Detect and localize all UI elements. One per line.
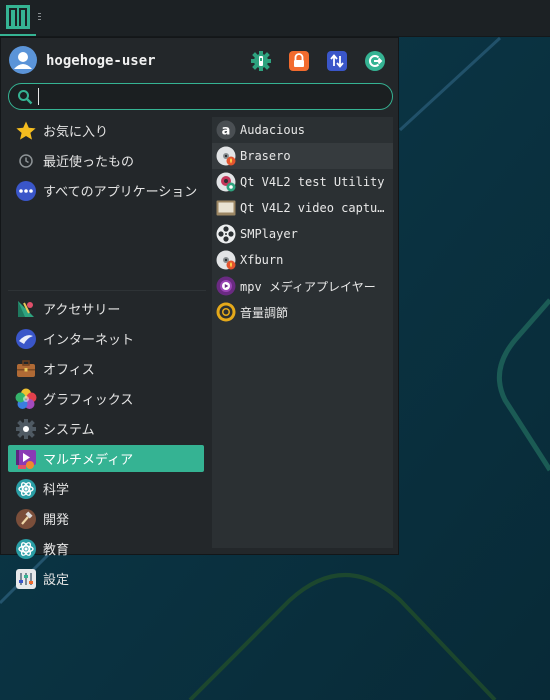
apps-dots-icon	[15, 180, 37, 202]
app-label: Audacious	[240, 123, 306, 137]
whisker-menu-button[interactable]	[0, 0, 36, 36]
category-label: マルチメディア	[43, 453, 134, 468]
app-audacious[interactable]: a Audacious	[212, 117, 393, 143]
app-label: mpv メディアプレイヤー	[240, 279, 376, 294]
category-settings[interactable]: 設定	[8, 565, 204, 592]
top-panel	[0, 0, 550, 37]
app-smplayer[interactable]: SMPlayer	[212, 221, 393, 247]
brasero-disc-icon	[216, 146, 236, 166]
logout-icon	[365, 51, 385, 71]
audacious-icon: a	[216, 120, 236, 140]
user-avatar-icon	[14, 52, 32, 69]
category-recent[interactable]: 最近使ったもの	[8, 147, 204, 174]
application-list: a Audacious Brasero Qt V4L2 test Utility…	[212, 117, 393, 548]
qvidcap-icon	[216, 198, 236, 218]
switch-user-button[interactable]	[326, 50, 348, 72]
app-xfburn[interactable]: Xfburn	[212, 247, 393, 273]
category-divider	[8, 290, 206, 291]
category-label: 最近使ったもの	[43, 155, 135, 170]
svg-text:a: a	[222, 124, 231, 139]
username-label: hogehoge-user	[46, 53, 156, 69]
category-label: 教育	[43, 543, 70, 558]
switch-user-icon	[327, 51, 347, 71]
multimedia-icon	[15, 448, 37, 470]
category-science[interactable]: 科学	[8, 475, 204, 502]
app-volume-control[interactable]: 音量調節	[212, 299, 393, 325]
search-icon	[18, 90, 33, 105]
app-mpv[interactable]: mpv メディアプレイヤー	[212, 273, 393, 299]
settings-gear-icon	[251, 51, 271, 71]
xfburn-disc-icon	[216, 250, 236, 270]
app-label: Brasero	[240, 149, 291, 163]
globe-icon	[15, 328, 37, 350]
category-system[interactable]: システム	[8, 415, 204, 442]
app-qvidcap[interactable]: Qt V4L2 video captu…	[212, 195, 393, 221]
app-brasero[interactable]: Brasero	[212, 143, 393, 169]
category-label: 開発	[43, 513, 70, 528]
search-box[interactable]	[8, 83, 393, 110]
category-label: アクセサリー	[43, 303, 121, 318]
app-label: Xfburn	[240, 253, 284, 267]
category-accessories[interactable]: アクセサリー	[8, 295, 204, 322]
category-label: 科学	[43, 483, 70, 498]
mpv-icon	[216, 276, 236, 296]
development-hammer-icon	[15, 508, 37, 530]
app-label: SMPlayer	[240, 227, 298, 241]
settings-panel-icon	[15, 568, 37, 590]
clock-icon	[15, 150, 37, 172]
panel-grip-handle[interactable]	[38, 13, 42, 23]
app-label: Qt V4L2 test Utility	[240, 175, 385, 189]
category-favorites[interactable]: お気に入り	[8, 117, 204, 144]
application-menu: hogehoge-user お気に入り 最近使ったもの すべてのアプリケーション…	[0, 37, 399, 589]
search-input[interactable]	[41, 86, 385, 108]
lock-screen-button[interactable]	[288, 50, 310, 72]
app-qv4l2[interactable]: Qt V4L2 test Utility	[212, 169, 393, 195]
app-label: 音量調節	[240, 305, 289, 320]
category-label: システム	[43, 423, 95, 438]
qv4l2-icon	[216, 172, 236, 192]
volume-control-icon	[216, 302, 236, 322]
education-atom-icon	[15, 538, 37, 560]
graphics-flower-icon	[15, 388, 37, 410]
category-label: 設定	[43, 573, 70, 588]
category-label: インターネット	[43, 333, 135, 348]
accessories-icon	[15, 298, 37, 320]
category-development[interactable]: 開発	[8, 505, 204, 532]
lock-icon	[289, 51, 309, 71]
category-multimedia[interactable]: マルチメディア	[8, 445, 204, 472]
manjaro-logo-icon	[6, 5, 30, 29]
category-label: オフィス	[43, 363, 95, 378]
category-internet[interactable]: インターネット	[8, 325, 204, 352]
category-education[interactable]: 教育	[8, 535, 204, 562]
category-graphics[interactable]: グラフィックス	[8, 385, 204, 412]
smplayer-reel-icon	[216, 224, 236, 244]
settings-button[interactable]	[250, 50, 272, 72]
science-atom-icon	[15, 478, 37, 500]
category-label: すべてのアプリケーション	[43, 185, 198, 200]
app-label: Qt V4L2 video captu…	[240, 201, 385, 215]
user-header: hogehoge-user	[9, 46, 393, 76]
star-icon	[15, 120, 37, 142]
text-caret	[38, 88, 39, 105]
logout-button[interactable]	[364, 50, 386, 72]
briefcase-icon	[15, 358, 37, 380]
avatar	[9, 46, 37, 74]
category-label: グラフィックス	[43, 393, 134, 408]
category-all-applications[interactable]: すべてのアプリケーション	[8, 177, 204, 204]
system-gear-icon	[15, 418, 37, 440]
category-label: お気に入り	[43, 125, 109, 140]
category-office[interactable]: オフィス	[8, 355, 204, 382]
